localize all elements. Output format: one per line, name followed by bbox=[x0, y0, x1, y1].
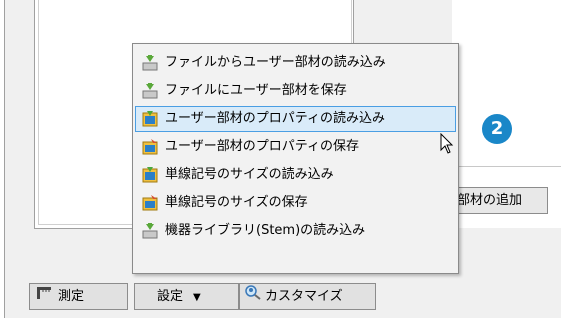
divider bbox=[452, 166, 561, 167]
load-size-icon bbox=[141, 166, 159, 184]
menu-item-import-user-member[interactable]: ファイルからユーザー部材の読み込み bbox=[135, 50, 456, 76]
settings-dropdown-button[interactable]: 設定 ▼ bbox=[134, 283, 239, 310]
measure-button[interactable]: 測定 bbox=[29, 283, 128, 310]
customize-button[interactable]: カスタマイズ bbox=[239, 283, 376, 310]
menu-item-save-property[interactable]: ユーザー部材のプロパティの保存 bbox=[135, 134, 456, 160]
add-member-button-label: 部材の追加 bbox=[457, 193, 523, 208]
mouse-cursor-icon bbox=[440, 132, 454, 159]
menu-item-stem-library[interactable]: 機器ライブラリ(Stem)の読み込み bbox=[135, 218, 456, 244]
measure-label: 測定 bbox=[58, 289, 85, 304]
save-size-icon bbox=[141, 194, 159, 212]
menu-item-save-user-member[interactable]: ファイルにユーザー部材を保存 bbox=[135, 78, 456, 104]
stem-library-icon bbox=[141, 222, 159, 240]
caret-down-icon: ▼ bbox=[193, 292, 201, 303]
add-member-button[interactable]: 部材の追加 bbox=[450, 187, 548, 214]
context-menu: ファイルからユーザー部材の読み込み ファイルにユーザー部材を保存 ユーザー部材の… bbox=[132, 43, 459, 274]
menu-item-label: 機器ライブラリ(Stem)の読み込み bbox=[165, 223, 366, 238]
save-user-member-icon bbox=[141, 82, 159, 100]
import-user-member-icon bbox=[141, 54, 159, 72]
menu-item-save-size[interactable]: 単線記号のサイズの保存 bbox=[135, 190, 456, 216]
load-property-icon bbox=[141, 110, 159, 128]
menu-item-label: ユーザー部材のプロパティの保存 bbox=[165, 139, 359, 154]
magnifier-user-icon bbox=[244, 284, 262, 309]
settings-label: 設定 bbox=[157, 289, 184, 304]
menu-item-label: ファイルからユーザー部材の読み込み bbox=[165, 55, 386, 70]
menu-item-label: 単線記号のサイズの読み込み bbox=[165, 167, 334, 182]
menu-item-label: ユーザー部材のプロパティの読み込み bbox=[165, 111, 385, 126]
menu-item-load-property[interactable]: ユーザー部材のプロパティの読み込み bbox=[135, 106, 456, 132]
customize-label: カスタマイズ bbox=[265, 289, 343, 304]
step-number-badge: 2 bbox=[482, 114, 512, 144]
ruler-icon bbox=[36, 284, 52, 309]
menu-item-label: 単線記号のサイズの保存 bbox=[165, 195, 308, 210]
save-property-icon bbox=[141, 138, 159, 156]
menu-item-load-size[interactable]: 単線記号のサイズの読み込み bbox=[135, 162, 456, 188]
menu-item-label: ファイルにユーザー部材を保存 bbox=[165, 83, 347, 98]
